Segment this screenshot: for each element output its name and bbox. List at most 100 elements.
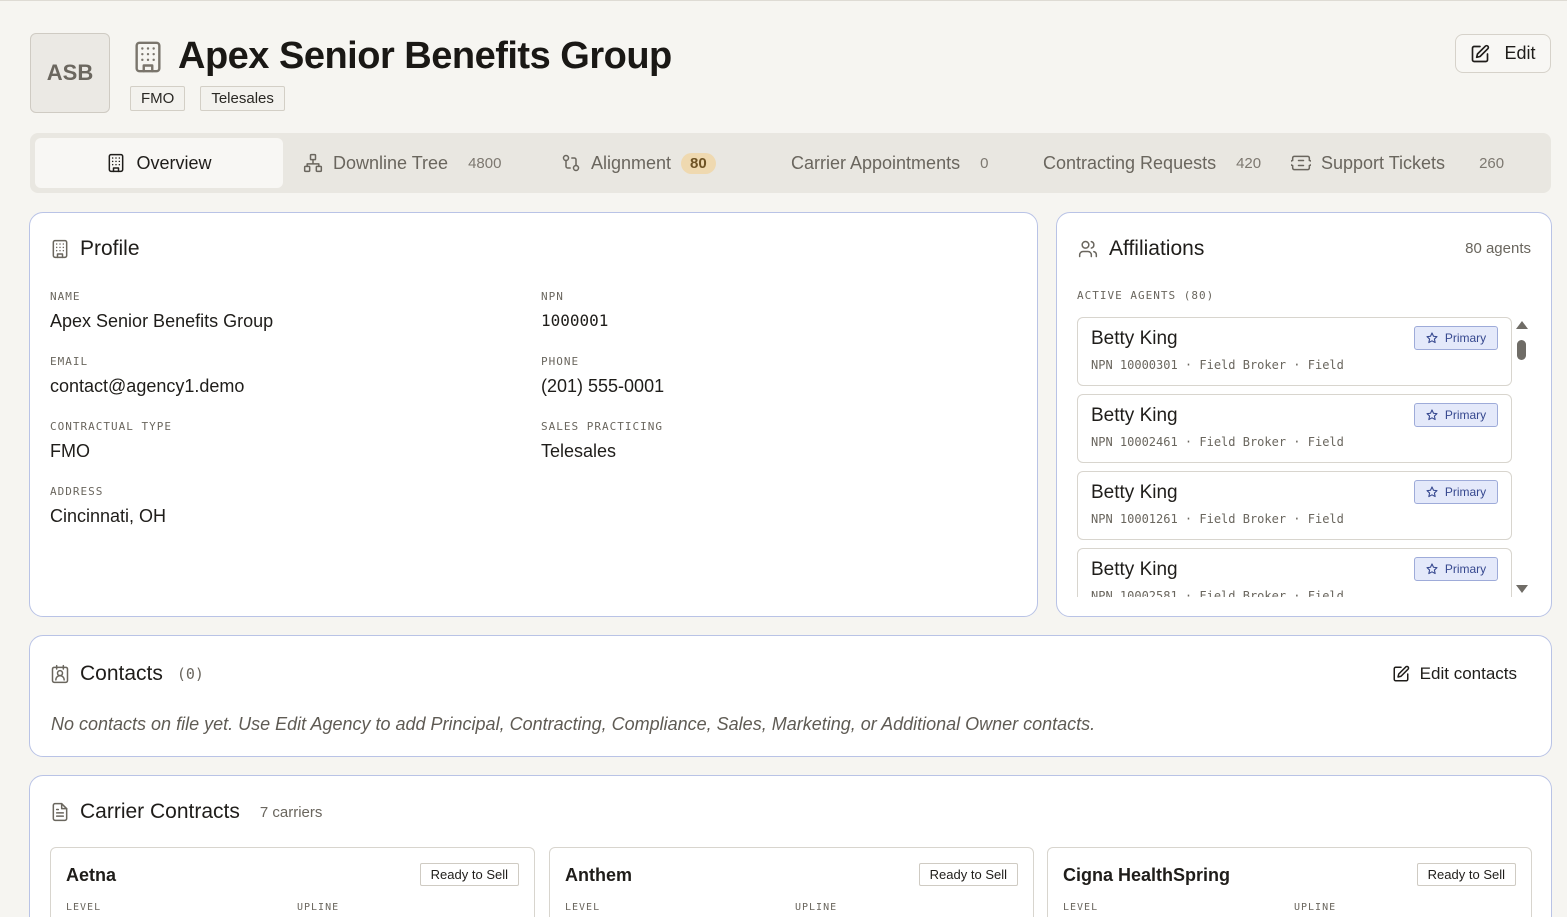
badge-contractual-type: FMO — [130, 86, 186, 111]
carrier-name: Cigna HealthSpring — [1063, 865, 1231, 885]
field-address: ADDRESS Cincinnati, OH — [50, 485, 166, 527]
edit-contacts-button[interactable]: Edit contacts — [1392, 664, 1517, 684]
edit-icon — [1392, 665, 1410, 683]
tab-alignment[interactable]: Alignment 80 — [561, 138, 791, 188]
contacts-count: (0) — [176, 665, 204, 683]
primary-badge[interactable]: Primary — [1414, 480, 1498, 504]
star-icon — [1426, 332, 1438, 344]
field-label: CONTRACTUAL TYPE — [50, 420, 172, 433]
field-name: NAME Apex Senior Benefits Group — [50, 290, 273, 332]
agent-meta: NPN 10002581 · Field Broker · Field — [1091, 589, 1344, 597]
field-label: NAME — [50, 290, 81, 303]
field-value: Cincinnati, OH — [50, 506, 167, 526]
agent-card[interactable]: Betty King NPN 10000301 · Field Broker ·… — [1077, 317, 1512, 386]
scroll-thumb[interactable] — [1517, 340, 1526, 360]
edit-agency-button[interactable]: Edit — [1455, 34, 1551, 73]
ticket-icon — [1291, 153, 1311, 173]
carrier-contracts-card-title: Carrier Contracts 7 carriers — [50, 800, 322, 824]
affiliations-card: Affiliations 80 agents ACTIVE AGENTS (80… — [1056, 212, 1552, 617]
star-icon — [1426, 409, 1438, 421]
agent-name: Betty King — [1091, 405, 1178, 426]
card-title-text: Contacts — [80, 662, 163, 685]
agent-card[interactable]: Betty King NPN 10001261 · Field Broker ·… — [1077, 471, 1512, 540]
field-value: Apex Senior Benefits Group — [50, 311, 274, 331]
carrier-card[interactable]: Anthem Ready to Sell LEVEL UPLINE — [549, 847, 1034, 917]
agent-name: Betty King — [1091, 559, 1178, 580]
contacts-card: Contacts (0) Edit contacts No contacts o… — [29, 635, 1552, 757]
contacts-card-title: Contacts (0) — [50, 662, 204, 686]
upline-label: UPLINE — [795, 902, 838, 913]
page-title: Apex Senior Benefits Group — [178, 35, 672, 77]
tab-label: Contracting Requests — [1043, 152, 1217, 173]
star-icon — [1426, 486, 1438, 498]
agent-card[interactable]: Betty King NPN 10002461 · Field Broker ·… — [1077, 394, 1512, 463]
card-title-text: Carrier Contracts — [80, 800, 240, 823]
agent-name: Betty King — [1091, 328, 1178, 349]
carrier-status-badge: Ready to Sell — [419, 863, 519, 886]
agent-list: Betty King NPN 10000301 · Field Broker ·… — [1077, 317, 1513, 597]
page-title-row: Apex Senior Benefits Group — [130, 35, 672, 78]
tab-count-badge: 80 — [681, 152, 716, 174]
scroll-down-arrow[interactable] — [1516, 585, 1528, 593]
primary-badge[interactable]: Primary — [1414, 403, 1498, 427]
field-value: 1000001 — [541, 311, 609, 330]
tab-count: 4800 — [468, 154, 502, 172]
profile-card-title: Profile — [50, 237, 140, 261]
tab-carrier-appointments[interactable]: Carrier Appointments 0 — [791, 138, 1043, 188]
field-label: SALES PRACTICING — [541, 420, 663, 433]
tab-count: 260 — [1479, 154, 1505, 172]
edit-icon — [1470, 44, 1490, 64]
carrier-card[interactable]: Aetna Ready to Sell LEVEL UPLINE — [50, 847, 535, 917]
tab-label: Downline Tree — [333, 152, 449, 173]
field-value: Telesales — [541, 441, 617, 461]
field-phone: PHONE (201) 555-0001 — [541, 355, 664, 397]
agent-list-scrollbar[interactable] — [1515, 321, 1529, 593]
card-title-text: Affiliations — [1109, 237, 1205, 260]
tab-overview[interactable]: Overview — [35, 138, 283, 188]
tab-label: Support Tickets — [1321, 152, 1446, 173]
scroll-up-arrow[interactable] — [1516, 321, 1528, 329]
tab-label: Overview — [136, 152, 212, 173]
agent-card[interactable]: Betty King NPN 10002581 · Field Broker ·… — [1077, 548, 1512, 597]
star-icon — [1426, 563, 1438, 575]
field-label: ADDRESS — [50, 485, 104, 498]
primary-label: Primary — [1444, 408, 1487, 422]
level-label: LEVEL — [1063, 902, 1099, 913]
carrier-name: Anthem — [565, 865, 632, 885]
level-label: LEVEL — [66, 902, 102, 913]
agent-meta: NPN 10002461 · Field Broker · Field — [1091, 435, 1344, 449]
agent-meta: NPN 10001261 · Field Broker · Field — [1091, 512, 1344, 526]
tab-downline-tree[interactable]: Downline Tree 4800 — [303, 138, 561, 188]
carrier-card[interactable]: Cigna HealthSpring Ready to Sell LEVEL U… — [1047, 847, 1532, 917]
affiliations-card-title: Affiliations — [1077, 237, 1204, 261]
contacts-empty-state: No contacts on file yet. Use Edit Agency… — [51, 714, 1096, 734]
tab-support-tickets[interactable]: Support Tickets 260 — [1291, 138, 1504, 188]
badge-sales-practicing: Telesales — [200, 86, 285, 111]
primary-label: Primary — [1444, 331, 1487, 345]
field-label: EMAIL — [50, 355, 89, 368]
agency-avatar: ASB — [30, 33, 110, 113]
primary-label: Primary — [1444, 485, 1487, 499]
field-label: PHONE — [541, 355, 580, 368]
agent-meta: NPN 10000301 · Field Broker · Field — [1091, 358, 1344, 372]
building-icon — [106, 153, 126, 173]
field-sales-practicing: SALES PRACTICING Telesales — [541, 420, 663, 462]
tab-contracting-requests[interactable]: Contracting Requests 420 — [1043, 138, 1291, 188]
primary-badge[interactable]: Primary — [1414, 326, 1498, 350]
tab-label: Carrier Appointments — [791, 152, 961, 173]
field-value: contact@agency1.demo — [50, 376, 245, 396]
upline-label: UPLINE — [1294, 902, 1337, 913]
primary-badge[interactable]: Primary — [1414, 557, 1498, 581]
field-label: NPN — [541, 290, 564, 303]
tab-count: 0 — [980, 154, 989, 172]
hierarchy-icon — [303, 153, 323, 173]
edit-contacts-label: Edit contacts — [1419, 664, 1517, 683]
carrier-name: Aetna — [66, 865, 117, 885]
git-compare-icon — [561, 153, 581, 173]
profile-card: Profile NAME Apex Senior Benefits Group … — [29, 212, 1038, 617]
upline-label: UPLINE — [297, 902, 340, 913]
field-npn: NPN 1000001 — [541, 290, 608, 330]
agent-name: Betty King — [1091, 482, 1178, 503]
carrier-status-badge: Ready to Sell — [1416, 863, 1516, 886]
active-agents-label: ACTIVE AGENTS (80) — [1077, 289, 1215, 302]
